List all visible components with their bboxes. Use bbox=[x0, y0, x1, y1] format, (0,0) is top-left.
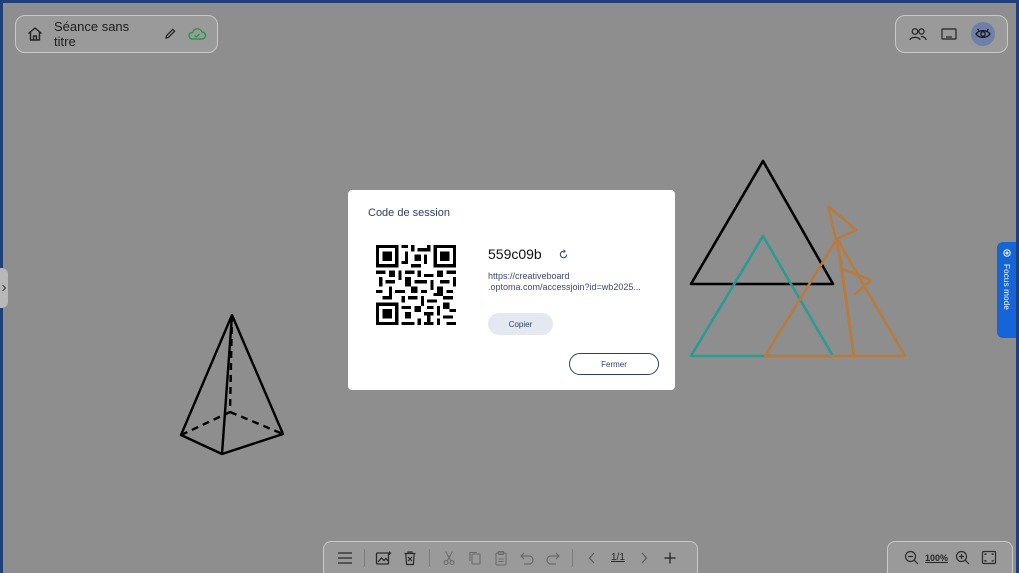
image-icon[interactable] bbox=[371, 545, 397, 571]
zoom-level[interactable]: 100% bbox=[925, 553, 948, 563]
session-code: 559c09b bbox=[488, 246, 542, 262]
session-code-row: 559c09b bbox=[488, 246, 569, 262]
bottom-toolbar: 1/1 bbox=[323, 541, 698, 573]
orange-triangles-drawing bbox=[763, 205, 907, 358]
next-page-icon[interactable] bbox=[631, 545, 657, 571]
focus-mode-tab[interactable]: Focus mode bbox=[997, 242, 1016, 338]
cloud-check-icon[interactable] bbox=[187, 26, 207, 42]
focus-mode-label: Focus mode bbox=[1002, 264, 1011, 311]
prev-page-icon[interactable] bbox=[579, 545, 605, 571]
paste-icon[interactable] bbox=[488, 545, 514, 571]
page-indicator: 1/1 bbox=[611, 552, 625, 563]
redo-icon[interactable] bbox=[540, 545, 566, 571]
zoom-out-icon[interactable] bbox=[898, 545, 924, 571]
toolbar-separator bbox=[364, 548, 365, 567]
focus-icon bbox=[1002, 249, 1011, 257]
session-code-dialog: Code de session 559c09b https://creative… bbox=[348, 190, 675, 390]
toolbar-separator bbox=[429, 548, 430, 567]
participants-icon[interactable] bbox=[908, 26, 928, 42]
cut-icon[interactable] bbox=[436, 545, 462, 571]
teal-triangle-drawing bbox=[689, 234, 835, 358]
copy-icon[interactable] bbox=[462, 545, 488, 571]
copy-button[interactable]: Copier bbox=[488, 313, 553, 335]
chevron-right-icon bbox=[2, 284, 7, 292]
refresh-icon[interactable] bbox=[558, 249, 569, 260]
session-title: Séance sans titre bbox=[54, 19, 130, 49]
dialog-title: Code de session bbox=[368, 207, 450, 219]
zoom-toolbar: 100% bbox=[887, 541, 1013, 573]
black-triangle-drawing bbox=[689, 159, 835, 286]
trash-icon[interactable] bbox=[397, 545, 423, 571]
fullscreen-icon[interactable] bbox=[976, 545, 1002, 571]
add-page-icon[interactable] bbox=[657, 545, 683, 571]
close-button[interactable]: Fermer bbox=[569, 353, 659, 375]
home-icon[interactable] bbox=[26, 25, 44, 43]
session-url: https://creativeboard .optoma.com/access… bbox=[488, 271, 663, 293]
session-url-line1: https://creativeboard bbox=[488, 271, 570, 281]
pencil-icon[interactable] bbox=[163, 27, 177, 41]
qr-code bbox=[376, 245, 456, 325]
session-url-line2: .optoma.com/accessjoin?id=wb2025... bbox=[488, 282, 641, 292]
screen-icon[interactable] bbox=[940, 26, 958, 42]
undo-icon[interactable] bbox=[514, 545, 540, 571]
session-header: Séance sans titre bbox=[15, 15, 218, 53]
menu-icon[interactable] bbox=[332, 545, 358, 571]
view-icon[interactable] bbox=[970, 22, 995, 46]
pyramid-drawing bbox=[179, 313, 285, 456]
top-right-toolbar bbox=[895, 15, 1008, 53]
left-panel-toggle[interactable] bbox=[0, 268, 8, 308]
toolbar-separator bbox=[572, 548, 573, 567]
zoom-in-icon[interactable] bbox=[949, 545, 975, 571]
